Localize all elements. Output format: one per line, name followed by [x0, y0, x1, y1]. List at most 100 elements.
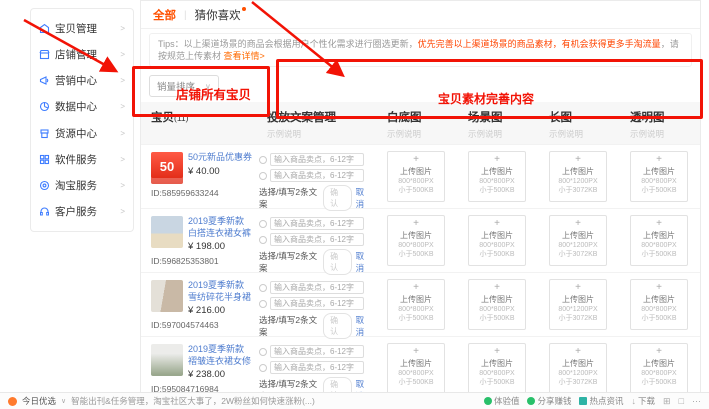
upload-image-button[interactable]: + 上传图片 800*1200PX 小于3072KB: [549, 343, 607, 394]
product-title-link[interactable]: 2019夏季新款褶皱连衣裙女修身显瘦小众网红: [188, 344, 253, 367]
upload-image-button[interactable]: + 上传图片 800*800PX 小于500KB: [387, 151, 445, 202]
product-id: ID:597004574463: [151, 320, 253, 330]
plus-icon: +: [469, 347, 525, 357]
selling-point-checkbox[interactable]: [259, 236, 267, 244]
table-row: 2019夏季新款雪纺碎花半身裙女中长款假两件 ¥ 216.00 ID:59700…: [141, 272, 700, 336]
product-thumbnail[interactable]: [151, 344, 183, 376]
upload-image-button[interactable]: + 上传图片 800*800PX 小于500KB: [387, 343, 445, 394]
sidebar-item-marketing-center[interactable]: 营销中心 >: [39, 73, 125, 88]
long-image-upload-cell: + 上传图片 800*1200PX 小于3072KB: [539, 145, 620, 211]
tab-divider: |: [184, 10, 187, 21]
chevron-right-icon: >: [120, 76, 125, 85]
selling-point-checkbox[interactable]: [259, 300, 267, 308]
more-icon[interactable]: ⋯: [692, 396, 701, 407]
main-panel: 全部 | 猜你喜欢 Tips：以上渠道场景的商品会根据用户个性化需求进行圈选更新…: [140, 0, 701, 409]
cancel-button[interactable]: 取消: [356, 314, 371, 338]
upload-image-button[interactable]: + 上传图片 800*800PX 小于500KB: [630, 343, 688, 394]
selling-point-checkbox[interactable]: [259, 172, 267, 180]
example-note[interactable]: 示例说明: [630, 128, 700, 140]
upload-image-button[interactable]: + 上传图片 800*800PX 小于500KB: [468, 279, 526, 330]
product-price: ¥ 198.00: [188, 241, 253, 252]
selling-point-checkbox[interactable]: [259, 284, 267, 292]
header-copywriting: 投放文案管理 示例说明: [257, 102, 377, 144]
selling-point-input[interactable]: [270, 345, 364, 358]
selling-point-input[interactable]: [270, 297, 364, 310]
selling-point-input[interactable]: [270, 169, 364, 182]
product-thumbnail[interactable]: [151, 216, 183, 248]
selling-point-checkbox[interactable]: [259, 348, 267, 356]
chevron-right-icon: >: [120, 102, 125, 111]
selling-point-input[interactable]: [270, 153, 364, 166]
selling-point-input[interactable]: [270, 233, 364, 246]
selling-point-input[interactable]: [270, 361, 364, 374]
cancel-button[interactable]: 取消: [356, 250, 371, 274]
plus-icon: +: [388, 283, 444, 293]
sidebar-item-software-service[interactable]: 软件服务 >: [39, 152, 125, 167]
confirm-button[interactable]: 确认: [323, 249, 351, 275]
product-thumbnail[interactable]: [151, 280, 183, 312]
view-details-link[interactable]: 查看详情>: [224, 51, 265, 61]
window-icon[interactable]: □: [679, 396, 684, 406]
confirm-button[interactable]: 确认: [323, 185, 351, 211]
table-row: 50 50元新品优惠券 ¥ 40.00 ID:585959633244 选择/填…: [141, 144, 700, 208]
statusbar-item-experience[interactable]: 体验值: [484, 395, 520, 407]
upload-image-button[interactable]: + 上传图片 800*800PX 小于500KB: [630, 151, 688, 202]
news-badge-icon: [579, 397, 587, 405]
plus-icon: +: [469, 283, 525, 293]
selling-point-checkbox[interactable]: [259, 220, 267, 228]
apps-icon[interactable]: ⊞: [663, 396, 671, 407]
product-cell: 2019夏季新款雪纺碎花半身裙女中长款假两件 ¥ 216.00 ID:59700…: [141, 273, 257, 339]
pie-chart-icon: [39, 101, 50, 112]
sidebar-item-supply-center[interactable]: 货源中心 >: [39, 126, 125, 141]
statusbar-item-share-earn[interactable]: 分享赚钱: [527, 395, 571, 407]
statusbar-item-hot-news[interactable]: 热点资讯: [579, 395, 623, 407]
upload-image-button[interactable]: + 上传图片 800*1200PX 小于3072KB: [549, 151, 607, 202]
product-title-link[interactable]: 2019夏季新款白搭连衣裙女裤短裙T恤中长款: [188, 216, 253, 239]
upload-image-button[interactable]: + 上传图片 800*800PX 小于500KB: [387, 279, 445, 330]
upload-image-button[interactable]: + 上传图片 800*800PX 小于500KB: [468, 343, 526, 394]
news-ticker[interactable]: 智能出刊&任务管理，淘宝社区大事了，2W粉丝如何快速涨粉(...): [71, 395, 315, 407]
upload-image-button[interactable]: + 上传图片 800*1200PX 小于3072KB: [549, 279, 607, 330]
sidebar-item-data-center[interactable]: 数据中心 >: [39, 99, 125, 114]
browser-logo-icon[interactable]: [8, 397, 17, 406]
header-long-image: 长图 示例说明: [539, 102, 620, 144]
upload-image-button[interactable]: + 上传图片 800*800PX 小于500KB: [630, 215, 688, 266]
product-title-link[interactable]: 2019夏季新款雪纺碎花半身裙女中长款假两件: [188, 280, 253, 303]
upload-image-button[interactable]: + 上传图片 800*800PX 小于500KB: [468, 215, 526, 266]
sort-dropdown[interactable]: 销量排序 ∨: [149, 75, 219, 97]
store-icon: [39, 128, 50, 139]
sidebar-item-label: 数据中心: [55, 99, 97, 114]
selling-point-input[interactable]: [270, 217, 364, 230]
cancel-button[interactable]: 取消: [356, 186, 371, 210]
plus-icon: +: [550, 347, 606, 357]
selling-point-checkbox[interactable]: [259, 364, 267, 372]
chevron-down-icon[interactable]: ∨: [61, 397, 66, 405]
tab-all[interactable]: 全部: [153, 7, 176, 23]
product-thumbnail[interactable]: 50: [151, 152, 183, 184]
product-cell: 2019夏季新款白搭连衣裙女裤短裙T恤中长款 ¥ 198.00 ID:59682…: [141, 209, 257, 275]
sidebar-item-item-manage[interactable]: 宝贝管理 >: [39, 21, 125, 36]
statusbar-brand[interactable]: 今日优选: [22, 395, 56, 407]
tab-guess-you-like[interactable]: 猜你喜欢: [195, 7, 246, 23]
upload-image-button[interactable]: + 上传图片 800*800PX 小于500KB: [630, 279, 688, 330]
confirm-button[interactable]: 确认: [323, 313, 351, 339]
example-note[interactable]: 示例说明: [387, 128, 458, 140]
selling-point-checkbox[interactable]: [259, 156, 267, 164]
sidebar-item-taobao-service[interactable]: 淘宝服务 >: [39, 178, 125, 193]
sidebar-item-shop-manage[interactable]: 店铺管理 >: [39, 47, 125, 62]
upload-image-button[interactable]: + 上传图片 800*800PX 小于500KB: [468, 151, 526, 202]
statusbar-item-download[interactable]: ↓ 下载: [632, 395, 656, 407]
sidebar-item-label: 淘宝服务: [55, 178, 97, 193]
example-note[interactable]: 示例说明: [468, 128, 539, 140]
headset-icon: [39, 206, 50, 217]
tips-highlight: 优先完善以上渠道场景的商品素材，有机会获得更多手淘流量: [418, 39, 661, 49]
sidebar: 宝贝管理 > 店铺管理 > 营销中心 > 数据中心 > 货源中心 > 软件服务 …: [30, 8, 134, 232]
example-note[interactable]: 示例说明: [267, 128, 377, 140]
product-title-link[interactable]: 50元新品优惠券: [188, 152, 252, 163]
upload-image-button[interactable]: + 上传图片 800*800PX 小于500KB: [387, 215, 445, 266]
sidebar-item-customer-service[interactable]: 客户服务 >: [39, 204, 125, 219]
example-note[interactable]: 示例说明: [549, 128, 620, 140]
copywriting-cell: 选择/填写2条文案 确认 取消: [257, 145, 377, 211]
upload-image-button[interactable]: + 上传图片 800*1200PX 小于3072KB: [549, 215, 607, 266]
selling-point-input[interactable]: [270, 281, 364, 294]
